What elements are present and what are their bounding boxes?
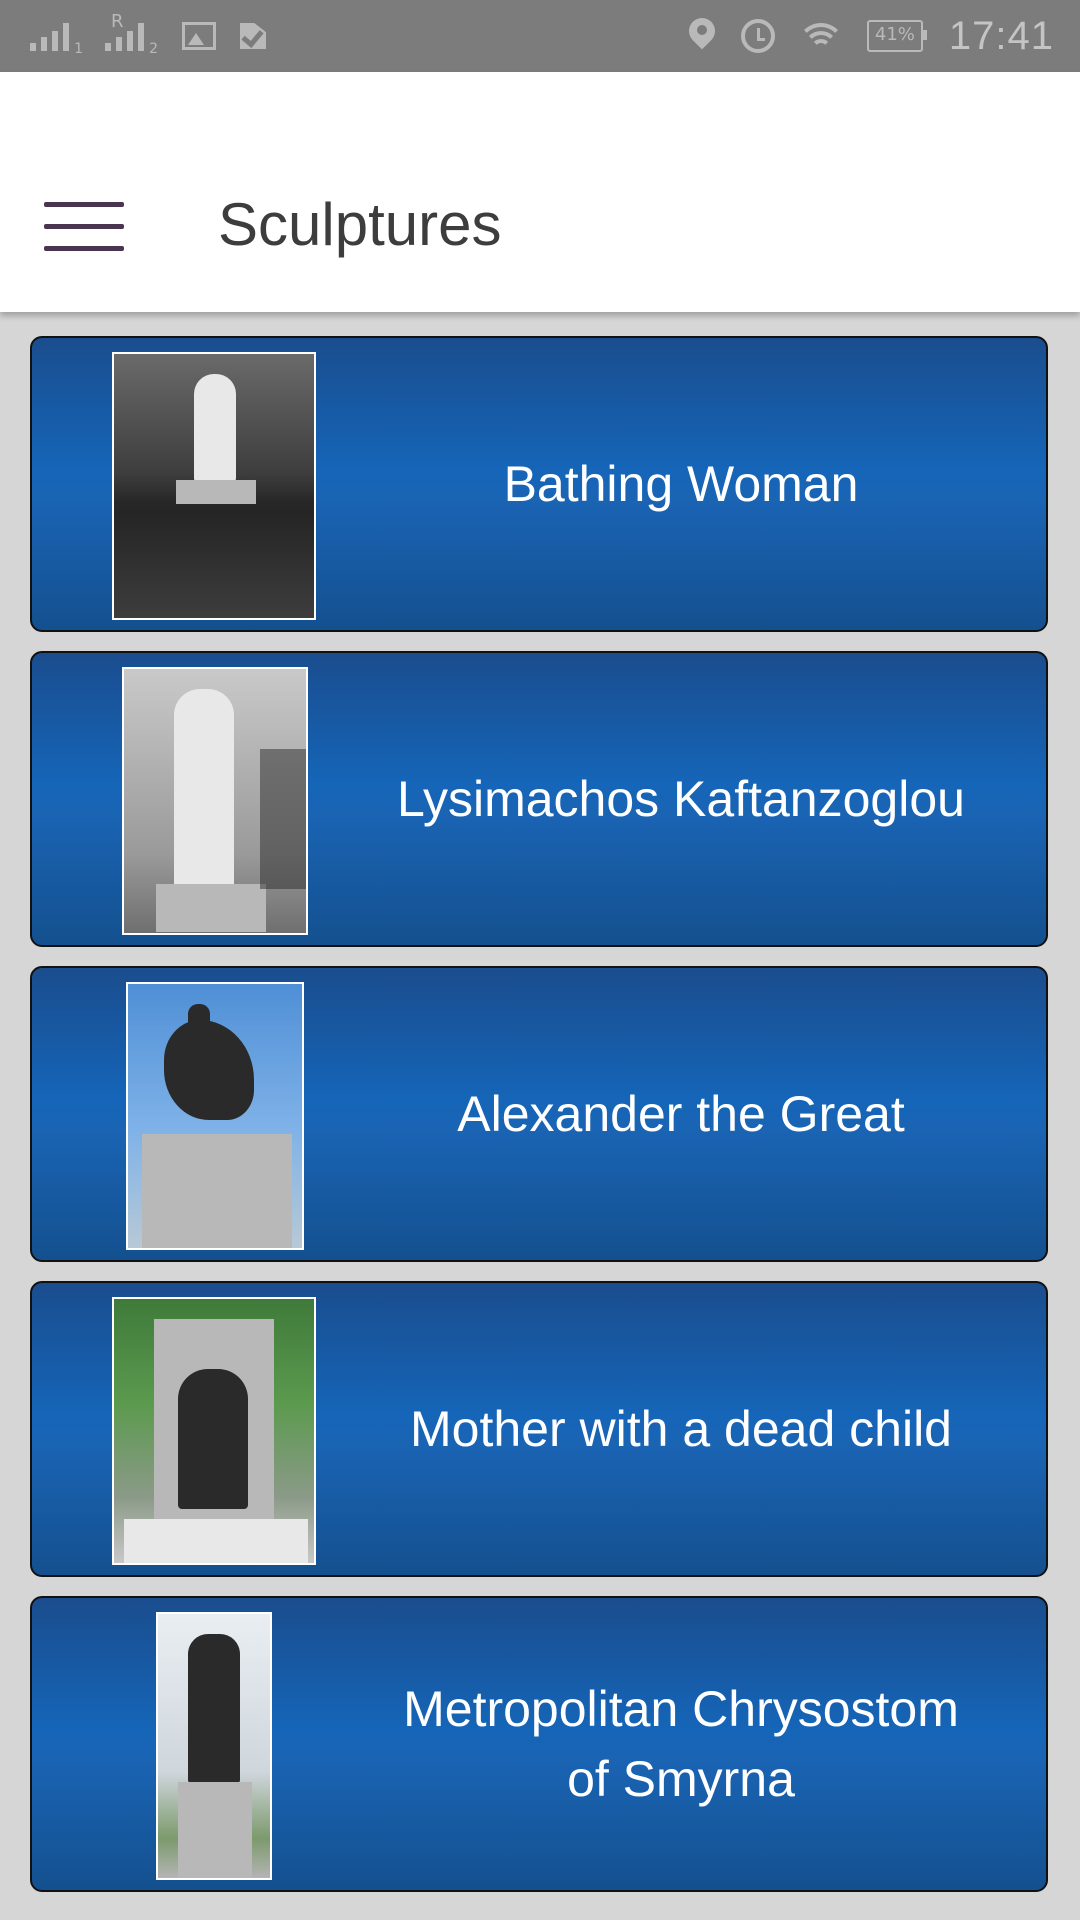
location-icon [689,18,715,54]
sculpture-thumbnail [112,1297,316,1565]
task-check-icon [238,21,274,51]
hamburger-menu-icon[interactable] [44,202,124,252]
alarm-icon [740,19,775,53]
signal-sim1-icon: 1 [30,21,83,57]
wifi-icon [800,21,841,51]
page-title: Sculptures [218,191,502,258]
status-bar: 1 R 2 41% 17:41 [0,0,1080,72]
signal-sim2-icon: R 2 [105,11,158,57]
sculpture-name: Mother with a dead child [410,1401,952,1457]
sculpture-thumbnail [126,982,304,1250]
status-time: 17:41 [948,13,1054,58]
app-bar: Sculptures [0,72,1080,312]
sculpture-name: Lysimachos Kaftanzoglou [397,771,965,827]
list-item-mother-with-a-dead-child[interactable]: Mother with a dead child [30,1281,1048,1577]
sculpture-name: Bathing Woman [503,456,859,512]
list-item-bathing-woman[interactable]: Bathing Woman [30,336,1048,632]
sculpture-thumbnail [156,1612,272,1880]
list-item-lysimachos-kaftanzoglou[interactable]: Lysimachos Kaftanzoglou [30,651,1048,947]
image-notification-icon [182,22,216,50]
list-item-alexander-the-great[interactable]: Alexander the Great [30,966,1048,1262]
sculpture-thumbnail [122,667,308,935]
battery-indicator: 41% [866,20,927,52]
sculpture-name: Metropolitan Chrysostom of Smyrna [403,1681,959,1807]
list-item-metropolitan-chrysostom[interactable]: Metropolitan Chrysostom of Smyrna [30,1596,1048,1892]
sculpture-thumbnail [112,352,316,620]
sculpture-name: Alexander the Great [457,1086,905,1142]
